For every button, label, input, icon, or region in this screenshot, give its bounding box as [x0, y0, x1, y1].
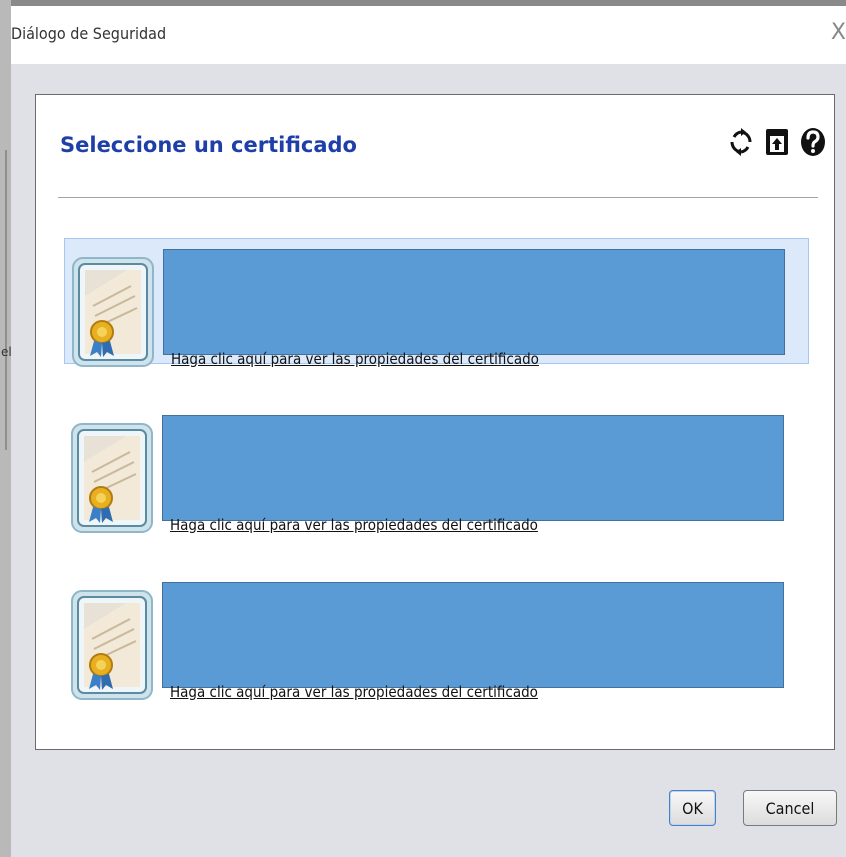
security-dialog: Diálogo de Seguridad X Seleccione un cer… [11, 6, 846, 857]
certificate-icon [71, 256, 157, 368]
help-button[interactable] [800, 125, 826, 159]
refresh-icon [729, 126, 753, 158]
certificate-properties-link[interactable]: Haga clic aquí para ver las propiedades … [170, 516, 538, 534]
import-icon [766, 129, 788, 155]
certificate-icon [70, 589, 156, 701]
redacted-certificate-name [162, 582, 784, 688]
certificate-panel: Seleccione un certificado Haga clic aquí… [35, 94, 835, 750]
certificate-properties-link[interactable]: Haga clic aquí para ver las propiedades … [171, 350, 539, 368]
close-button[interactable]: X [831, 20, 846, 45]
help-icon [801, 128, 825, 156]
certificate-item[interactable]: Haga clic aquí para ver las propiedades … [64, 572, 809, 701]
panel-heading: Seleccione un certificado [60, 133, 357, 157]
ok-button[interactable]: OK [669, 790, 716, 826]
certificate-item[interactable]: Haga clic aquí para ver las propiedades … [64, 238, 809, 368]
background-window-edge: el [0, 0, 12, 857]
background-scrollbar [5, 150, 7, 450]
dialog-title: Diálogo de Seguridad [11, 24, 167, 43]
redacted-certificate-name [162, 415, 784, 521]
cancel-button[interactable]: Cancel [743, 790, 837, 826]
certificate-properties-link[interactable]: Haga clic aquí para ver las propiedades … [170, 683, 538, 701]
panel-toolbar [728, 125, 826, 159]
certificate-item[interactable]: Haga clic aquí para ver las propiedades … [64, 405, 809, 534]
refresh-button[interactable] [728, 125, 754, 159]
panel-divider [58, 197, 818, 198]
dialog-titlebar: Diálogo de Seguridad X [11, 6, 846, 64]
redacted-certificate-name [163, 249, 785, 355]
certificate-icon [70, 422, 156, 534]
import-button[interactable] [764, 125, 790, 159]
